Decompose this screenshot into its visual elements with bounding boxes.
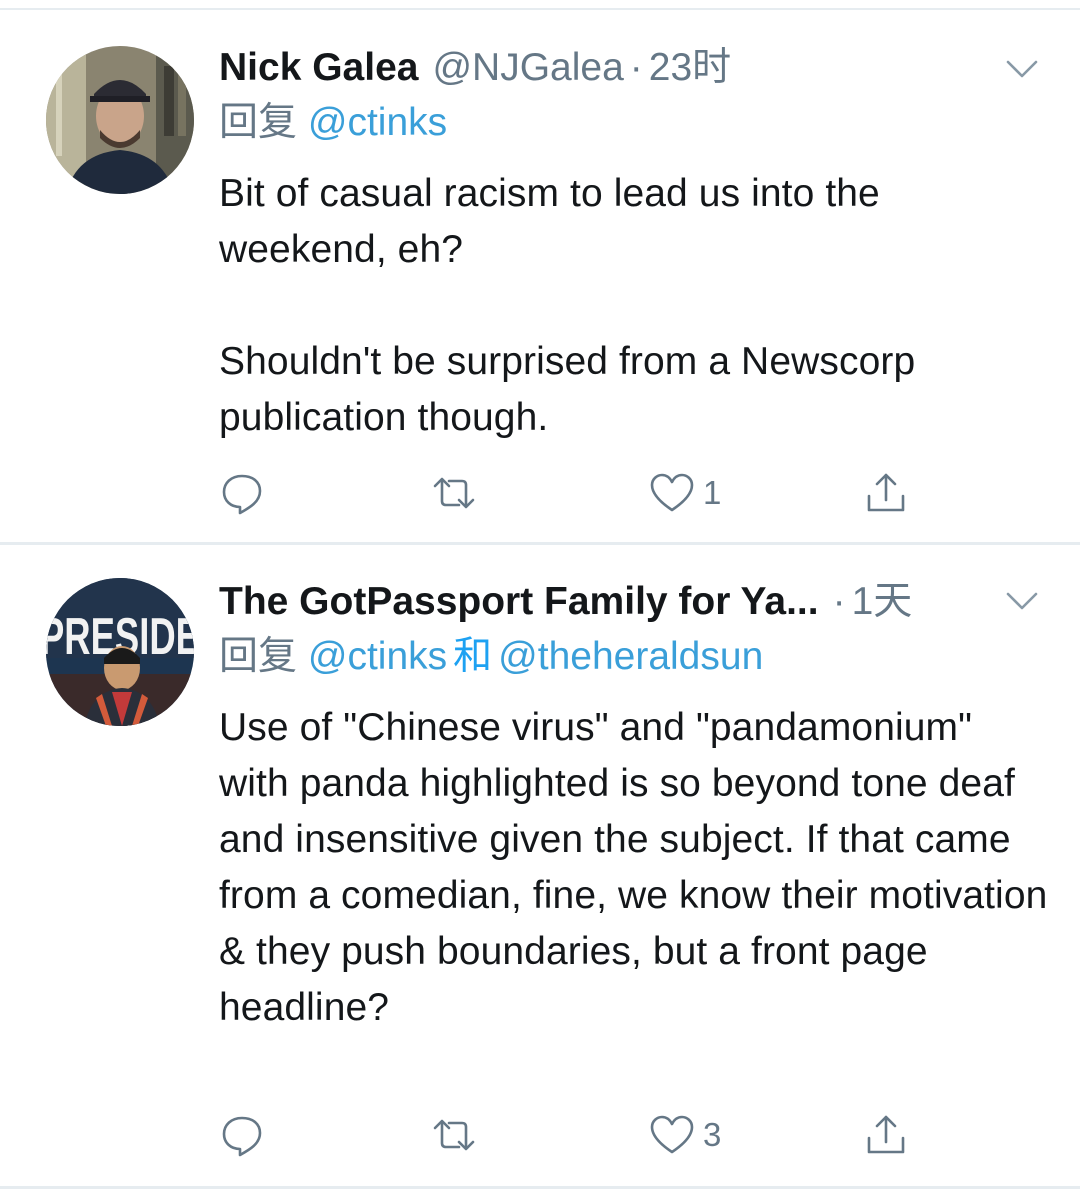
tweet-header: Nick Galea @NJGalea · 23时 [219, 42, 990, 94]
profile-photo-man-before-bus-banner: PRESIDE [46, 578, 194, 726]
retweet-icon [433, 1119, 475, 1151]
mention-link[interactable]: @theheraldsun [498, 635, 763, 678]
tweet-timestamp[interactable]: 23时 [649, 46, 731, 89]
reply-context: 回复 @ctinks 和 @theheraldsun [219, 632, 763, 682]
tweet-divider [0, 542, 1080, 545]
reply-button[interactable] [219, 1110, 273, 1160]
tweet-actions: 1 [219, 468, 919, 518]
avatar[interactable]: PRESIDE [46, 578, 194, 726]
like-button[interactable]: 3 [649, 1110, 721, 1160]
reply-button[interactable] [219, 468, 273, 518]
author-name[interactable]: Nick Galea [219, 46, 418, 89]
separator-dot: · [832, 580, 846, 623]
top-divider [0, 8, 1080, 10]
tweet-actions: 3 [219, 1110, 919, 1160]
tweet-card[interactable]: Nick Galea @NJGalea · 23时 回复 @ctinks Bit of… [0, 12, 1080, 542]
retweet-button[interactable] [431, 468, 485, 518]
chevron-down-icon[interactable] [1004, 582, 1040, 618]
like-button[interactable]: 1 [649, 468, 721, 518]
reply-bubble-icon [222, 1116, 262, 1157]
heart-icon [650, 473, 694, 512]
tweet-text: Use of "Chinese virus" and "pandamonium"… [219, 706, 1059, 1029]
reply-prefix: 回复 [219, 635, 298, 678]
tweet-text: Bit of casual racism to lead us into the… [219, 172, 916, 439]
chevron-down-icon[interactable] [1004, 50, 1040, 86]
reply-prefix: 回复 [219, 101, 298, 144]
like-count: 3 [703, 1116, 722, 1153]
reply-context: 回复 @ctinks [219, 98, 447, 148]
avatar[interactable] [46, 46, 194, 194]
reply-join: 和 [453, 635, 493, 678]
retweet-button[interactable] [431, 1110, 485, 1160]
retweet-icon [433, 477, 475, 509]
reply-bubble-icon [222, 474, 262, 515]
tweet-header: The GotPassport Family for Ya... · 1天 [219, 576, 990, 628]
tweet-timestamp[interactable]: 1天 [852, 580, 913, 623]
author-name[interactable]: The GotPassport Family for Ya... [219, 580, 819, 623]
share-icon [867, 1115, 905, 1154]
mention-link[interactable]: @ctinks [308, 101, 447, 144]
separator-dot: · [629, 46, 643, 89]
bottom-divider [0, 1186, 1080, 1189]
share-button[interactable] [863, 468, 909, 518]
like-count: 1 [703, 474, 722, 511]
profile-photo-man-in-cap [46, 46, 194, 194]
tweet-card[interactable]: PRESIDE The GotPassport Family for Ya...… [0, 546, 1080, 1186]
share-icon [867, 473, 905, 512]
heart-icon [650, 1115, 694, 1154]
mention-link[interactable]: @ctinks [308, 635, 447, 678]
author-handle[interactable]: @NJGalea [432, 46, 623, 89]
share-button[interactable] [863, 1110, 909, 1160]
